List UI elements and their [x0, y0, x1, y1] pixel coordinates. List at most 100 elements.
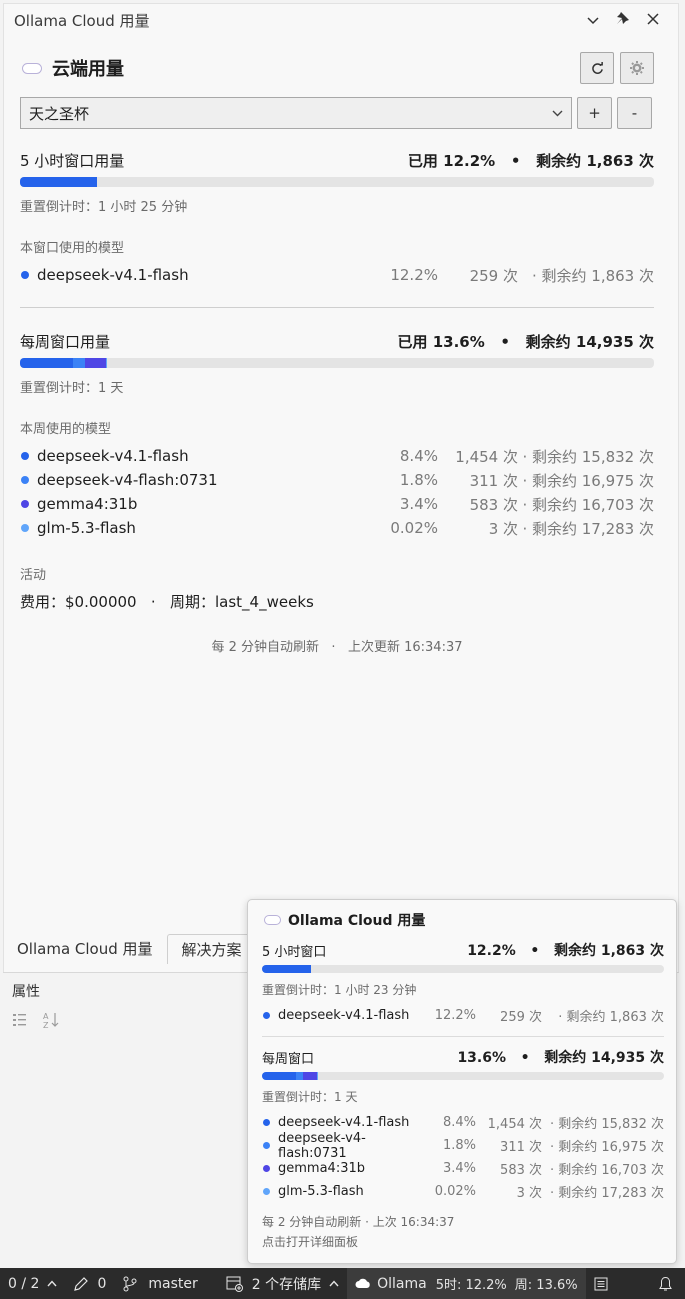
- popup-five-hour-remaining: 剩余约 1,863 次: [553, 943, 664, 959]
- period-label: 周期：: [169, 593, 215, 611]
- progress-segment: [20, 358, 74, 368]
- weekly-reset: 重置倒计时：1 天: [20, 381, 124, 396]
- weekly-title: 每周窗口用量: [20, 332, 111, 351]
- progress-segment: [303, 1072, 317, 1080]
- chevron-down-icon[interactable]: [578, 11, 608, 29]
- model-remaining: · 剩余约 15,832 次: [549, 1117, 664, 1132]
- chevron-up-icon: [47, 1280, 57, 1287]
- model-percent: 0.02%: [390, 519, 438, 537]
- progress-segment: [262, 1072, 296, 1080]
- ollama-label: Ollama: [377, 1275, 427, 1292]
- model-remaining: · 剩余约 16,703 次: [549, 1163, 664, 1178]
- model-count: 259 次: [469, 266, 518, 285]
- add-account-button[interactable]: +: [577, 97, 612, 129]
- model-name: deepseek-v4.1-flash: [278, 1008, 410, 1023]
- model-color-dot: [263, 1012, 270, 1019]
- pin-icon[interactable]: [608, 11, 638, 29]
- pending-edits[interactable]: 0: [65, 1268, 114, 1299]
- progress-segment: [73, 358, 85, 368]
- last-update-text: 上次更新 16:34:37: [347, 640, 463, 655]
- model-row: deepseek-v4-flash:0731 1.8% 311 次 · 剩余约 16,…: [262, 1131, 664, 1161]
- model-percent: 1.8%: [442, 1138, 476, 1153]
- weekly-remaining: 剩余约 14,935 次: [525, 332, 654, 351]
- model-color-dot: [21, 500, 29, 508]
- notifications-button[interactable]: [650, 1268, 681, 1299]
- model-count: 311 次: [500, 1140, 542, 1155]
- model-percent: 8.4%: [442, 1115, 476, 1130]
- tool-window-header: Ollama Cloud 用量: [4, 4, 678, 36]
- weekly-progress-bar: [20, 358, 654, 368]
- five-hour-section: 5 小时窗口用量 已用 12.2% • 剩余约 1,863 次 重置倒计时：1 …: [20, 148, 654, 287]
- model-row: glm-5.3-flash 0.02% 3 次 · 剩余约 17,283 次: [20, 516, 654, 540]
- model-remaining: · 剩余约 16,975 次: [549, 1140, 664, 1155]
- five-hour-stats: 已用 12.2% • 剩余约 1,863 次: [407, 151, 654, 170]
- model-row: gemma4:31b 3.4% 583 次 · 剩余约 16,703 次: [262, 1157, 664, 1180]
- five-hour-model-list: deepseek-v4.1-flash 12.2% 259 次 · 剩余约 1,863…: [20, 263, 654, 287]
- output-list-icon: [594, 1277, 608, 1290]
- popup-five-hour-reset: 重置倒计时：1 小时 23 分钟: [262, 983, 417, 997]
- five-hour-reset: 重置倒计时：1 小时 25 分钟: [20, 200, 188, 215]
- model-count: 1,454 次: [455, 447, 518, 466]
- popup-five-hour-model-list: deepseek-v4.1-flash 12.2% 259 次 · 剩余约 1,863…: [262, 1004, 664, 1027]
- close-icon[interactable]: [638, 11, 668, 29]
- settings-button[interactable]: [620, 52, 654, 84]
- model-name: deepseek-v4.1-flash: [278, 1115, 410, 1130]
- model-percent: 1.8%: [399, 471, 438, 489]
- model-count: 311 次: [469, 471, 518, 490]
- progress-segment: [84, 358, 107, 368]
- cloud-icon: [22, 62, 42, 74]
- weekly-section: 每周窗口用量 已用 13.6% • 剩余约 14,935 次 重置倒计时：1 天…: [20, 329, 654, 540]
- popup-five-hour-stats: 12.2% • 剩余约 1,863 次: [467, 943, 664, 959]
- alphabetical-sort-icon[interactable]: AZ: [42, 1011, 60, 1033]
- model-color-dot: [263, 1142, 270, 1149]
- pencil-icon: [74, 1276, 89, 1291]
- model-row: gemma4:31b 3.4% 583 次 · 剩余约 16,703 次: [20, 492, 654, 516]
- period-value: last_4_weeks: [215, 593, 314, 611]
- five-hour-models-title: 本窗口使用的模型: [20, 241, 125, 256]
- chevron-up-icon: [329, 1280, 339, 1287]
- tab-solution[interactable]: 解决方案: [166, 934, 257, 964]
- pending-edits-count: 0: [97, 1275, 107, 1292]
- popup-five-hour-title: 5 小时窗口: [262, 944, 327, 960]
- model-color-dot: [21, 452, 29, 460]
- model-count: 583 次: [469, 495, 518, 514]
- panel-header: 云端用量: [20, 50, 654, 86]
- repository-selector[interactable]: 2 个存储库: [218, 1268, 347, 1299]
- branch-name: master: [148, 1275, 198, 1292]
- model-color-dot: [21, 476, 29, 484]
- refresh-button[interactable]: [580, 52, 614, 84]
- git-branch-icon: [123, 1276, 137, 1291]
- account-select[interactable]: 天之圣杯: [20, 97, 572, 129]
- branch-selector[interactable]: master: [114, 1268, 205, 1299]
- gear-icon: [630, 61, 644, 75]
- activity-title: 活动: [20, 568, 47, 583]
- model-percent: 3.4%: [442, 1161, 476, 1176]
- page-title: 云端用量: [52, 59, 124, 80]
- chevron-down-icon: [552, 107, 563, 120]
- refresh-footer: 每 2 分钟自动刷新 · 上次更新 16:34:37: [211, 640, 463, 655]
- model-remaining: · 剩余约 16,703 次: [522, 495, 654, 514]
- error-navigator[interactable]: 0 / 2: [0, 1268, 65, 1299]
- error-count: 0 / 2: [8, 1275, 40, 1292]
- popup-weekly-bar: [262, 1072, 664, 1080]
- popup-five-hour-bar: [262, 965, 664, 973]
- model-row: deepseek-v4.1-flash 12.2% 259 次 · 剩余约 1,863…: [20, 263, 654, 287]
- popup-weekly-model-list: deepseek-v4.1-flash 8.4% 1,454 次 · 剩余约 15,8…: [262, 1111, 664, 1203]
- remove-account-button[interactable]: -: [617, 97, 652, 129]
- popup-divider: [262, 1036, 664, 1037]
- window-title: Ollama Cloud 用量: [14, 11, 150, 30]
- model-color-dot: [263, 1119, 270, 1126]
- svg-text:A: A: [43, 1012, 49, 1021]
- model-remaining: · 剩余约 17,283 次: [549, 1186, 664, 1201]
- model-remaining: · 剩余约 1,863 次: [558, 1010, 664, 1025]
- model-row: deepseek-v4-flash:0731 1.8% 311 次 · 剩余约 16,…: [20, 468, 654, 492]
- popup-five-hour-used: 12.2%: [467, 943, 516, 959]
- status-bar: 0 / 2 0 master 2 个存储库 Ollama 5时: 12.2% 周…: [0, 1268, 685, 1299]
- model-row: deepseek-v4.1-flash 8.4% 1,454 次 · 剩余约 15,8…: [20, 444, 654, 468]
- refresh-icon: [591, 61, 603, 74]
- categorized-icon[interactable]: [12, 1012, 28, 1032]
- ollama-status-item[interactable]: Ollama 5时: 12.2% 周: 13.6%: [347, 1268, 586, 1299]
- tab-ollama-usage[interactable]: Ollama Cloud 用量: [3, 934, 167, 964]
- output-button[interactable]: [586, 1268, 616, 1299]
- usage-popup[interactable]: Ollama Cloud 用量 5 小时窗口 12.2% • 剩余约 1,863…: [247, 899, 677, 1264]
